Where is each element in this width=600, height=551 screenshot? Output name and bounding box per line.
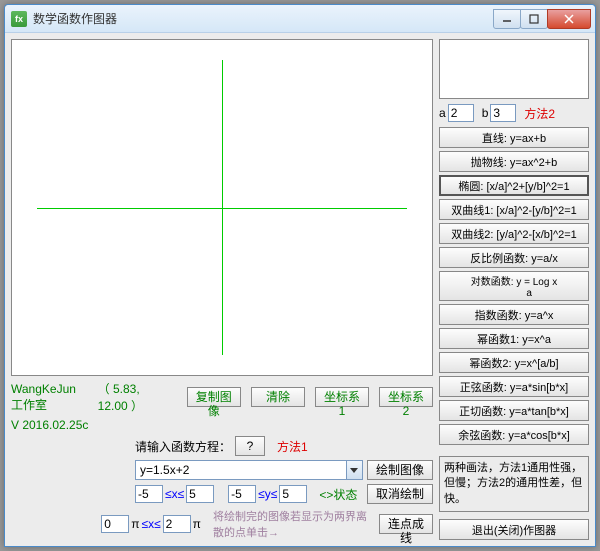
copy-image-button[interactable]: 复制图像 — [187, 387, 241, 407]
studio-label: WangKeJun工作室 — [11, 382, 88, 413]
cursor-coord: （ 5.83, 12.00 ） — [98, 380, 167, 414]
pi-label-1: π — [131, 517, 139, 531]
plot-canvas[interactable] — [11, 39, 433, 376]
method1-label: 方法1 — [277, 438, 308, 455]
help-button[interactable]: ? — [235, 436, 265, 456]
maximize-button[interactable] — [520, 9, 548, 29]
x-lo-input[interactable] — [135, 485, 163, 503]
func-cos[interactable]: 余弦函数: y=a*cos[b*x] — [439, 424, 589, 445]
window-buttons — [494, 9, 591, 29]
func-power2[interactable]: 幂函数2: y=x^[a/b] — [439, 352, 589, 373]
y-lo-input[interactable] — [228, 485, 256, 503]
app-window: fx 数学函数作图器 WangKeJun工作室 （ 5.83, 12.00 ） … — [4, 4, 596, 547]
range-row: ≤x≤ ≤y≤ <>状态 取消绘制 — [11, 484, 433, 504]
x-hi-input[interactable] — [186, 485, 214, 503]
y-op: ≤y≤ — [258, 487, 277, 501]
axis1-button[interactable]: 坐标系1 — [315, 387, 369, 407]
func-power1[interactable]: 幂函数1: y=x^a — [439, 328, 589, 349]
pi-lo-input[interactable] — [101, 515, 129, 533]
func-sin[interactable]: 正弦函数: y=a*sin[b*x] — [439, 376, 589, 397]
func-hyperbola1[interactable]: 双曲线1: [x/a]^2-[y/b]^2=1 — [439, 199, 589, 220]
y-range: ≤y≤ — [228, 485, 307, 503]
method2-label: 方法2 — [524, 105, 555, 122]
left-panel: WangKeJun工作室 （ 5.83, 12.00 ） 复制图像 清除 坐标系… — [11, 39, 433, 540]
func-ellipse[interactable]: 椭圆: [x/a]^2+[y/b]^2=1 — [439, 175, 589, 196]
b-input[interactable] — [490, 104, 516, 122]
equation-label: 请输入函数方程： — [135, 438, 231, 455]
pi-hi-input[interactable] — [163, 515, 191, 533]
func-tan[interactable]: 正切函数: y=a*tan[b*x] — [439, 400, 589, 421]
equation-input[interactable] — [136, 461, 346, 479]
axis2-button[interactable]: 坐标系2 — [379, 387, 433, 407]
window-title: 数学函数作图器 — [33, 10, 494, 27]
status-label: <>状态 — [319, 486, 357, 503]
dropdown-icon[interactable] — [346, 461, 362, 479]
ab-row: a b 方法2 — [439, 104, 589, 122]
exit-button[interactable]: 退出(关闭)作图器 — [439, 519, 589, 540]
hint-text: 将绘制完的图像若显示为两界离散的点单击→ — [213, 508, 371, 540]
func-parabola[interactable]: 抛物线: y=ax^2+b — [439, 151, 589, 172]
close-button[interactable] — [547, 9, 591, 29]
pi-range: π ≤x≤ π — [101, 515, 201, 533]
app-icon: fx — [11, 11, 27, 27]
pi-op: ≤x≤ — [142, 517, 161, 531]
right-panel: a b 方法2 直线: y=ax+b 抛物线: y=ax^2+b 椭圆: [x/… — [439, 39, 589, 540]
info-row: WangKeJun工作室 （ 5.83, 12.00 ） 复制图像 清除 坐标系… — [11, 380, 433, 414]
func-inverse[interactable]: 反比例函数: y=a/x — [439, 247, 589, 268]
note-box: 两种画法，方法1通用性强，但慢；方法2的通用性差，但快。 — [439, 456, 589, 512]
window-body: WangKeJun工作室 （ 5.83, 12.00 ） 复制图像 清除 坐标系… — [5, 33, 595, 546]
func-exp[interactable]: 指数函数: y=a^x — [439, 304, 589, 325]
a-label: a — [439, 106, 446, 120]
a-input[interactable] — [448, 104, 474, 122]
b-label: b — [482, 106, 489, 120]
func-log[interactable]: 对数函数: y = Log x a — [439, 271, 589, 301]
func-hyperbola2[interactable]: 双曲线2: [y/a]^2-[x/b]^2=1 — [439, 223, 589, 244]
connect-button[interactable]: 连点成线 — [379, 514, 433, 534]
x-axis — [37, 208, 407, 209]
draw-button[interactable]: 绘制图像 — [367, 460, 433, 480]
cancel-draw-button[interactable]: 取消绘制 — [367, 484, 433, 504]
version-label: V 2016.02.25c — [11, 418, 88, 432]
preview-box — [439, 39, 589, 99]
equation-row: 请输入函数方程： ? 方法1 — [11, 436, 433, 456]
clear-button[interactable]: 清除 — [251, 387, 305, 407]
version-row: V 2016.02.25c — [11, 418, 433, 432]
equation-combobox[interactable] — [135, 460, 363, 480]
y-hi-input[interactable] — [279, 485, 307, 503]
pi-label-2: π — [193, 517, 201, 531]
minimize-button[interactable] — [493, 9, 521, 29]
titlebar[interactable]: fx 数学函数作图器 — [5, 5, 595, 33]
x-op: ≤x≤ — [165, 487, 184, 501]
x-range: ≤x≤ — [135, 485, 214, 503]
equation-input-row: 绘制图像 — [11, 460, 433, 480]
func-line[interactable]: 直线: y=ax+b — [439, 127, 589, 148]
pi-range-row: π ≤x≤ π 将绘制完的图像若显示为两界离散的点单击→ 连点成线 — [11, 508, 433, 540]
